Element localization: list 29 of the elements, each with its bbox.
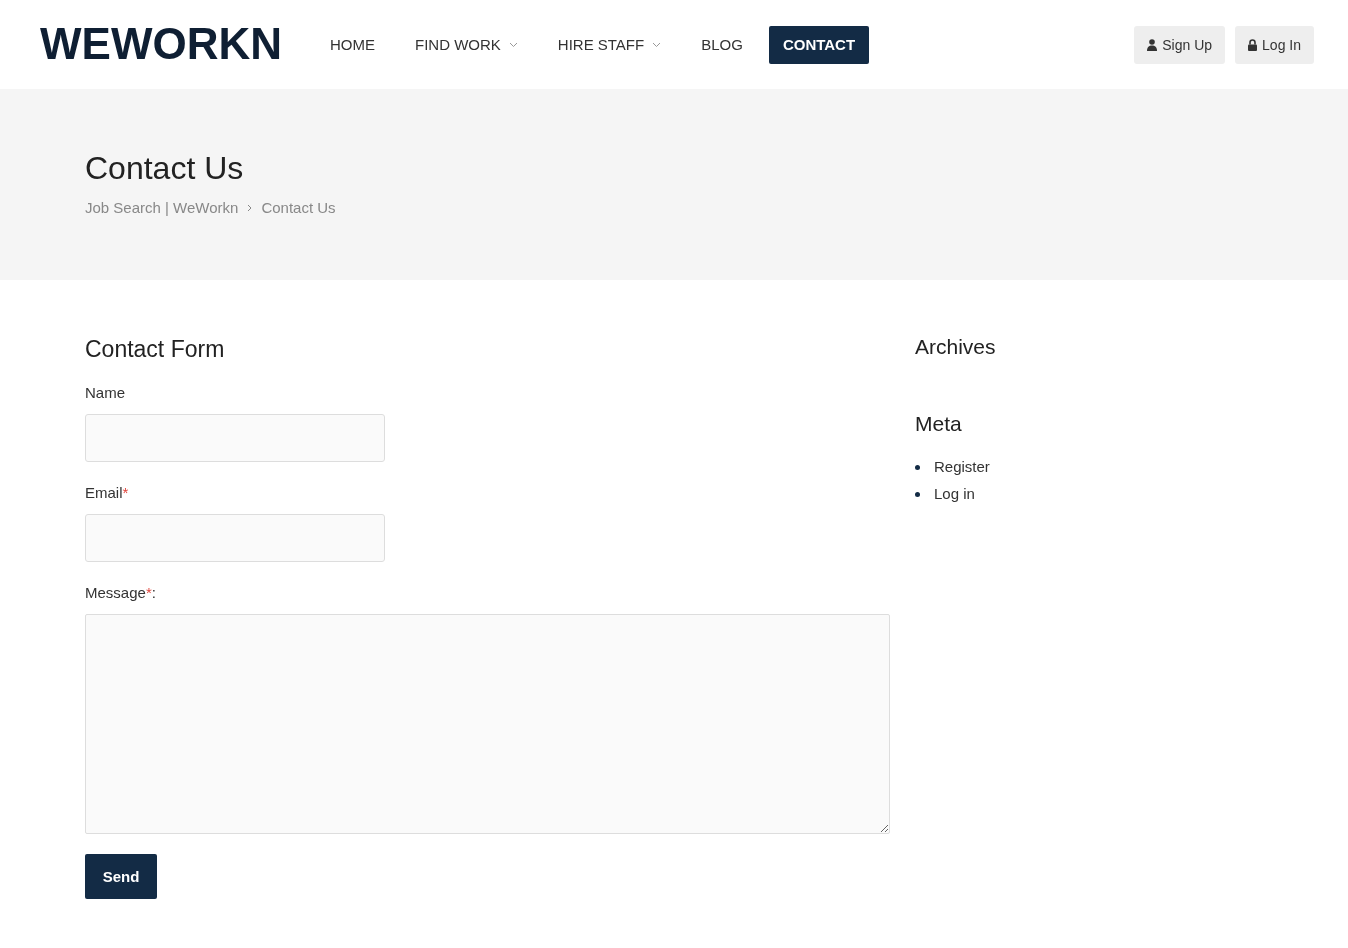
widget-title: Archives: [915, 334, 996, 360]
site-logo[interactable]: WEWORKN: [40, 18, 282, 71]
sidebar-link[interactable]: Log in: [934, 485, 975, 504]
form-title: Contact Form: [85, 336, 226, 364]
chevron-down-icon: [508, 41, 518, 48]
nav-link[interactable]: HIRE STAFF: [543, 25, 676, 64]
account-button[interactable]: Log In: [1235, 25, 1314, 64]
field-label: Message*:: [85, 583, 157, 602]
nav-link[interactable]: FIND WORK: [400, 25, 532, 64]
nav-link[interactable]: HOME: [315, 25, 389, 64]
page-title: Contact Us: [85, 149, 245, 188]
nav-link[interactable]: CONTACT: [768, 25, 870, 64]
field-label: Name: [85, 383, 126, 402]
send-button[interactable]: Send: [85, 853, 157, 899]
widget-title: Meta: [915, 411, 963, 437]
chevron-down-icon: [652, 41, 662, 48]
lock-icon: [1248, 38, 1258, 51]
breadcrumb-current: Contact Us: [261, 199, 336, 218]
user-icon: [1147, 38, 1158, 51]
input-field[interactable]: [85, 513, 385, 562]
bullet-icon: [915, 464, 920, 470]
chevron-right-icon: [247, 204, 253, 213]
input-field[interactable]: [85, 413, 385, 462]
bullet-icon: [915, 491, 920, 497]
field-label: Email*: [85, 483, 130, 502]
account-button[interactable]: Sign Up: [1134, 25, 1226, 64]
message-field[interactable]: [85, 613, 890, 834]
sidebar-link[interactable]: Register: [934, 458, 990, 477]
nav-link[interactable]: BLOG: [687, 25, 757, 64]
